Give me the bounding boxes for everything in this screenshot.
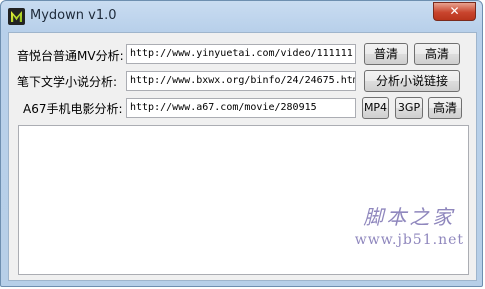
a67-3gp-button[interactable]: 3GP	[395, 97, 423, 119]
close-button[interactable]: ✕	[433, 2, 476, 21]
yinyuetai-standard-button[interactable]: 普清	[364, 43, 408, 65]
window-title: Mydown v1.0	[30, 8, 117, 23]
title-bar[interactable]: Mydown v1.0 ✕	[1, 1, 482, 31]
a67-mp4-button[interactable]: MP4	[362, 97, 389, 119]
output-textarea[interactable]	[18, 125, 469, 275]
watermark-text: 脚本之家	[363, 205, 456, 229]
a67-url-input[interactable]: http://www.a67.com/movie/280915	[126, 98, 356, 118]
watermark: 脚本之家 www.jb51.net	[355, 201, 464, 248]
analyze-novel-link-button[interactable]: 分析小说链接	[364, 70, 460, 92]
a67-hd-button[interactable]: 高清	[428, 97, 462, 119]
yinyuetai-hd-button[interactable]: 高清	[414, 43, 460, 65]
watermark-url: www.jb51.net	[354, 232, 464, 248]
a67-label: A67手机电影分析:	[23, 102, 123, 116]
app-logo-icon	[8, 8, 25, 25]
bxwx-label: 笔下文学小说分析:	[17, 75, 118, 89]
yinyuetai-label: 音悦台普通MV分析:	[17, 49, 124, 63]
yinyuetai-url-input[interactable]: http://www.yinyuetai.com/video/111111	[126, 44, 356, 64]
app-window: Mydown v1.0 ✕ 音悦台普通MV分析: http://www.yiny…	[0, 0, 483, 287]
bxwx-url-input[interactable]: http://www.bxwx.org/binfo/24/24675.htm	[126, 71, 356, 91]
